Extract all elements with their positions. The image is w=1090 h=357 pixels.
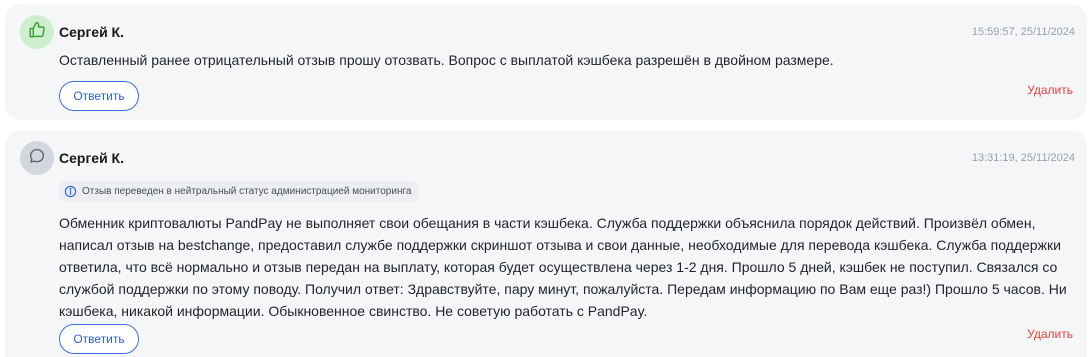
review-author: Сергей К. — [59, 24, 124, 40]
review-author: Сергей К. — [59, 150, 124, 166]
review-text: Обменник криптовалюты PandPay не выполня… — [59, 215, 1067, 319]
review-avatar — [20, 15, 54, 49]
delete-link[interactable]: Удалить — [1027, 83, 1073, 97]
reply-button[interactable]: Ответить — [59, 81, 139, 111]
status-note: Отзыв переведен в нейтральный статус адм… — [59, 181, 420, 202]
review-text: Оставленный ранее отрицательный отзыв пр… — [59, 52, 834, 68]
status-note-text: Отзыв переведен в нейтральный статус адм… — [82, 186, 412, 197]
info-icon — [64, 185, 77, 198]
chat-bubble-icon — [28, 147, 46, 170]
review-timestamp: 13:31:19, 25/11/2024 — [971, 152, 1075, 164]
reply-button[interactable]: Ответить — [59, 324, 139, 354]
review-card: Сергей К. 15:59:57, 25/11/2024 Оставленн… — [5, 4, 1087, 120]
review-timestamp: 15:59:57, 25/11/2024 — [971, 26, 1075, 38]
review-avatar — [20, 141, 54, 175]
delete-link[interactable]: Удалить — [1027, 327, 1073, 341]
review-card: Сергей К. 13:31:19, 25/11/2024 Отзыв пер… — [5, 130, 1087, 357]
thumbs-up-icon — [28, 21, 46, 44]
